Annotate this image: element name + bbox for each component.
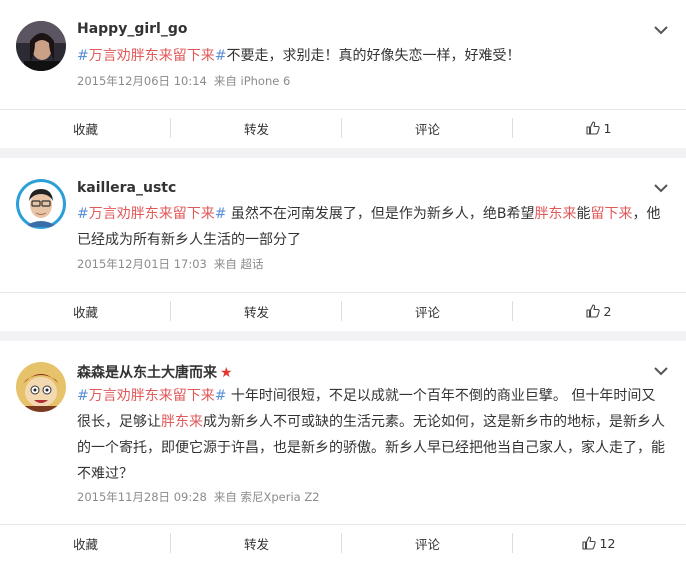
avatar[interactable] [16,21,66,71]
post-text: #万言劝胖东来留下来# 虽然不在河南发展了，但是作为新乡人，绝B希望胖东来能留下… [77,201,667,253]
collect-button[interactable]: 收藏 [0,292,171,330]
chevron-down-icon[interactable] [653,182,669,194]
collect-label: 收藏 [72,536,98,552]
repost-label: 转发 [243,536,269,552]
repost-button[interactable]: 转发 [171,292,342,330]
hashtag-open[interactable]: # [77,388,89,404]
collect-label: 收藏 [72,304,98,320]
post-meta: 2015年11月28日 09:28 来自 索尼Xperia Z2 [77,489,320,505]
post-meta: 2015年12月06日 10:14 来自 iPhone 6 [77,73,290,89]
repost-button[interactable]: 转发 [171,109,342,147]
repost-label: 转发 [243,121,269,137]
hashtag-open[interactable]: # [77,48,89,64]
thumbs-up-icon [585,121,600,135]
comment-button[interactable]: 评论 [342,524,513,562]
post-date[interactable]: 2015年11月28日 09:28 [77,490,207,504]
comment-label: 评论 [414,121,440,137]
post-date[interactable]: 2015年12月06日 10:14 [77,74,207,88]
avatar[interactable] [16,179,66,229]
avatar[interactable] [16,362,66,412]
hashtag-close[interactable]: # [215,48,227,64]
keyword-highlight: 胖东来 [534,206,577,222]
post-text: #万言劝胖东来留下来# 十年时间很短，不足以成就一个百年不倒的商业巨擘。 但十年… [77,383,667,487]
keyword-highlight: 留下来 [590,206,633,222]
hashtag-close[interactable]: # [215,388,227,404]
comment-label: 评论 [414,536,440,552]
post-source: 来自 索尼Xperia Z2 [213,490,320,504]
like-button[interactable]: 1 [513,109,684,147]
collect-button[interactable]: 收藏 [0,524,171,562]
hashtag-close[interactable]: # [215,206,227,222]
like-button[interactable]: 2 [513,292,684,330]
keyword-highlight: 胖东来 [161,414,203,430]
post-date[interactable]: 2015年12月01日 17:03 [77,257,207,271]
text-segment: 虽然不在河南发展了，但是作为新乡人，绝B希望 [226,206,535,222]
action-bar: 收藏 转发 评论 1 [0,109,686,147]
post-card: kaillera_ustc #万言劝胖东来留下来# 虽然不在河南发展了，但是作为… [0,158,686,331]
post-meta: 2015年12月01日 17:03 来自 超话 [77,256,264,272]
topic-link[interactable]: 万言劝胖东来留下来 [89,48,215,64]
username[interactable]: 森森是从东土大唐而来 ★ [77,362,233,382]
chevron-down-icon[interactable] [653,365,669,377]
comment-label: 评论 [414,304,440,320]
repost-label: 转发 [243,304,269,320]
thumbs-up-icon [581,536,596,550]
like-button[interactable]: 12 [513,524,684,562]
collect-button[interactable]: 收藏 [0,109,171,147]
repost-button[interactable]: 转发 [171,524,342,562]
username[interactable]: Happy_girl_go [77,21,188,37]
topic-link[interactable]: 万言劝胖东来留下来 [89,388,215,404]
action-bar: 收藏 转发 评论 2 [0,292,686,330]
text-segment: 不要走，求别走！真的好像失恋一样，好难受！ [226,48,521,64]
comment-button[interactable]: 评论 [342,292,513,330]
like-count: 1 [603,120,612,136]
post-source: 来自 超话 [213,257,264,271]
username[interactable]: kaillera_ustc [77,180,176,196]
comment-button[interactable]: 评论 [342,109,513,147]
like-count: 2 [603,303,612,319]
collect-label: 收藏 [72,121,98,137]
like-count: 12 [599,535,616,551]
hashtag-open[interactable]: # [77,206,89,222]
post-source: 来自 iPhone 6 [213,74,291,88]
post-text: #万言劝胖东来留下来#不要走，求别走！真的好像失恋一样，好难受！ [77,43,667,69]
post-card: Happy_girl_go #万言劝胖东来留下来#不要走，求别走！真的好像失恋一… [0,0,686,148]
verified-star-icon: ★ [220,365,233,381]
text-segment: 能 [576,206,591,222]
username-text: 森森是从东土大唐而来 [77,365,217,381]
thumbs-up-icon [585,304,600,318]
action-bar: 收藏 转发 评论 12 [0,524,686,562]
post-card: 森森是从东土大唐而来 ★ #万言劝胖东来留下来# 十年时间很短，不足以成就一个百年… [0,341,686,562]
chevron-down-icon[interactable] [653,24,669,36]
topic-link[interactable]: 万言劝胖东来留下来 [89,206,215,222]
